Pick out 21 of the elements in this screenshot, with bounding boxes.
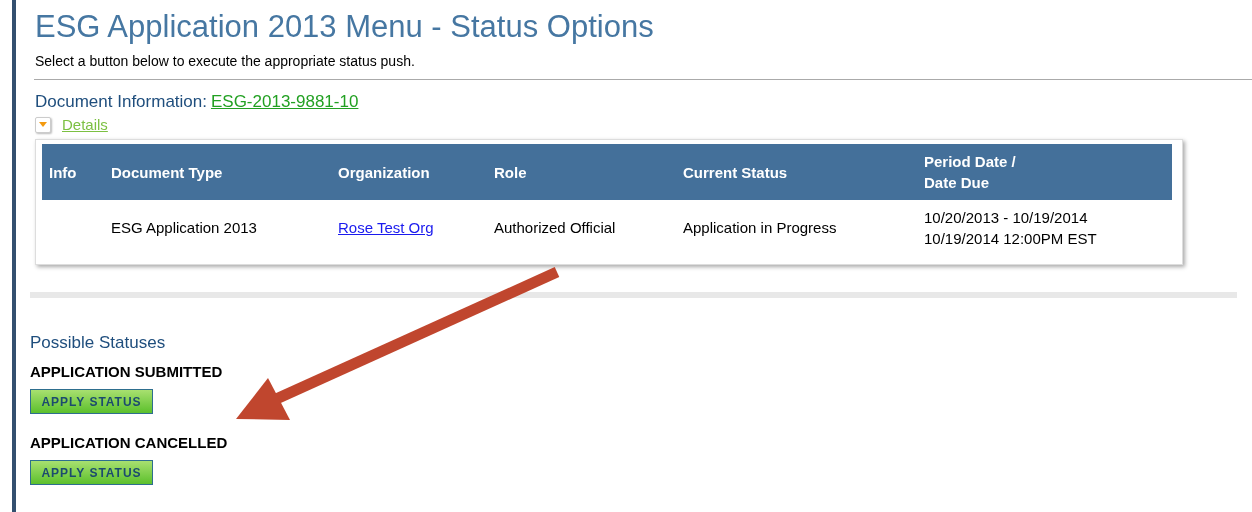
table-cell: 10/20/2013 - 10/19/2014 10/19/2014 12:00PM EST xyxy=(917,200,1172,255)
apply-status-button[interactable]: APPLY STATUS xyxy=(30,389,153,414)
column-header: Organization xyxy=(331,144,487,200)
status-name: APPLICATION CANCELLED xyxy=(30,434,229,451)
column-header: Role xyxy=(487,144,676,200)
organization-link[interactable]: Rose Test Org xyxy=(338,219,434,236)
column-header: Info xyxy=(42,144,104,200)
document-link[interactable]: ESG-2013-9881-10 xyxy=(210,92,359,111)
section-heading: Possible Statuses xyxy=(30,333,167,353)
column-header: Document Type xyxy=(104,144,331,200)
table-cell: ESG Application 2013 xyxy=(104,200,331,255)
column-header: Current Status xyxy=(676,144,917,200)
column-header: Period Date / Date Due xyxy=(917,144,1172,200)
document-info-label: Document Information: xyxy=(35,92,207,111)
apply-status-button[interactable]: APPLY STATUS xyxy=(30,460,153,485)
status-name: APPLICATION SUBMITTED xyxy=(30,363,224,380)
expand-toggle-icon[interactable] xyxy=(35,116,51,133)
instructions-text: Select a button below to execute the appropriate status push. xyxy=(34,53,416,69)
table-cell: Authorized Official xyxy=(487,200,676,255)
page-title: ESG Application 2013 Menu - Status Options xyxy=(34,8,655,46)
table-cell: Application in Progress xyxy=(676,200,917,255)
